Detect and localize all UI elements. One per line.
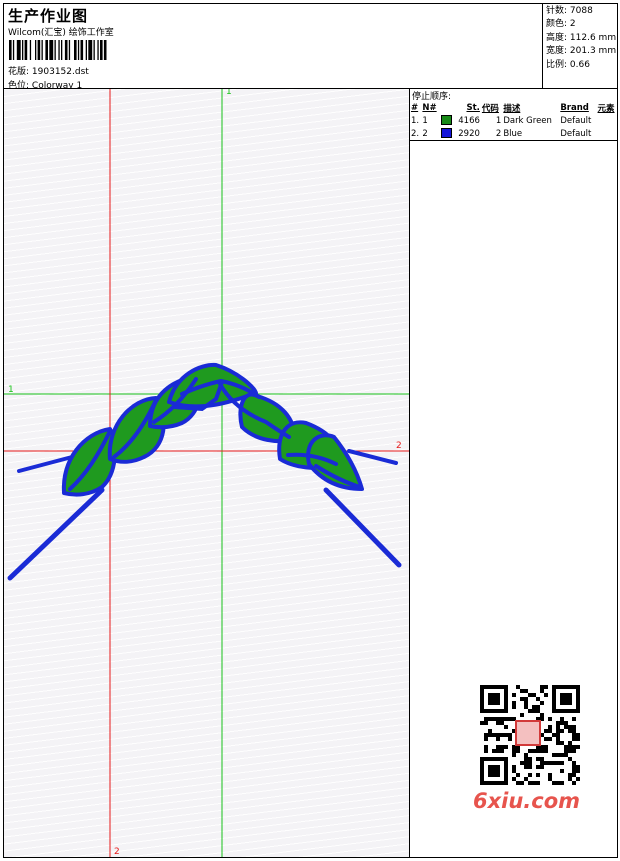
red-axis-bottom-label: 2	[114, 847, 120, 857]
color-swatch-blue	[440, 128, 452, 139]
col-n: N#	[422, 102, 437, 113]
embroidery-preview-canvas[interactable]: 1 1 2 2	[4, 89, 410, 857]
col-desc: 描述	[503, 103, 521, 114]
stem-right-short	[347, 449, 398, 465]
stat-scale: 比例: 0.66	[546, 59, 590, 70]
col-stitches: St.	[466, 102, 480, 113]
stamp-logo	[515, 720, 541, 746]
red-axis-right-label: 2	[396, 441, 402, 451]
green-axis-top-label: 1	[226, 89, 232, 97]
design-label: 花版:	[8, 67, 30, 77]
company-name: Wilcom(汇宝) 绘饰工作室	[8, 28, 114, 38]
stat-colors: 颜色: 2	[546, 19, 576, 30]
page-title: 生产作业图	[8, 7, 89, 25]
stem-right-long	[323, 487, 402, 568]
table-row[interactable]: 2. 2 2920 2 Blue Default	[410, 127, 618, 140]
design-value: 1903152.dst	[31, 67, 89, 77]
col-hash: #	[411, 102, 419, 113]
embroidery-design	[4, 89, 409, 857]
stat-width: 宽度: 201.3 mm	[546, 46, 617, 57]
stem-left-short	[17, 455, 74, 473]
green-axis-left-label: 1	[8, 385, 14, 395]
table-header-row: # N# St. 代码 描述 Brand 元素	[410, 101, 618, 114]
table-row[interactable]: 1. 1 4166 1 Dark Green Default	[410, 114, 618, 127]
stat-height: 高度: 112.6 mm	[546, 32, 617, 43]
col-brand: Brand	[560, 102, 589, 113]
col-code: 代码	[481, 103, 499, 114]
stop-sequence-table: # N# St. 代码 描述 Brand 元素 1. 1 4166 1 Dark…	[410, 101, 618, 140]
design-file-line: 花版: 1903152.dst	[8, 64, 89, 77]
header: 生产作业图 Wilcom(汇宝) 绘饰工作室 花版: 1903152.dst 色…	[3, 3, 618, 91]
col-swatch	[440, 101, 455, 114]
panel-divider	[410, 140, 618, 141]
watermark-text: 6xiu.com	[473, 789, 581, 813]
stem-left-long	[7, 487, 105, 581]
color-swatch-dark-green	[440, 115, 452, 126]
stat-stitches: 针数: 7088	[546, 6, 593, 16]
stats-panel: 针数: 7088 颜色: 2 高度: 112.6 mm 宽度: 201.3 mm…	[542, 3, 618, 89]
barcode	[9, 40, 107, 60]
col-element: 元素	[597, 103, 615, 114]
